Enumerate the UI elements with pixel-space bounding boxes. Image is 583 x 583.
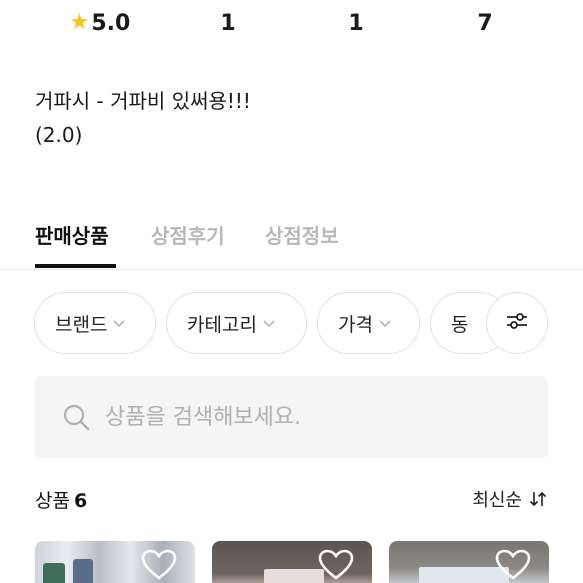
sort-button[interactable]: 최신순 — [472, 486, 548, 512]
filter-category[interactable]: 카테고리 — [166, 292, 307, 354]
product-count-value: 6 — [73, 490, 88, 512]
sort-label: 최신순 — [472, 490, 522, 511]
filter-price-label: 가격 — [338, 313, 373, 336]
chevron-down-icon — [261, 315, 277, 331]
product-list-header: 상품 6 최신순 — [35, 484, 548, 516]
tab-shop-info[interactable]: 상점정보 — [265, 220, 339, 249]
description-line-2: (2.0) — [35, 123, 83, 147]
chevron-down-icon — [377, 315, 393, 331]
product-card-2[interactable] — [212, 541, 372, 583]
product-count: 상품 6 — [35, 486, 87, 513]
product-search[interactable] — [35, 376, 548, 458]
star-icon: ★ — [69, 10, 90, 35]
shop-tabs: 판매상품 상점후기 상점정보 — [0, 212, 583, 270]
stat-2[interactable]: 1 — [336, 6, 376, 40]
shop-description: 거파시 - 거파비 있써용!!! (2.0) — [35, 84, 251, 152]
filter-settings-button[interactable] — [486, 292, 548, 354]
description-line-1: 거파시 - 거파비 있써용!!! — [35, 89, 251, 113]
filter-sliders-icon — [504, 308, 530, 338]
shop-stats: ★ 5.0 1 1 7 — [0, 0, 583, 50]
product-count-label: 상품 — [35, 490, 70, 512]
filter-price[interactable]: 가격 — [317, 292, 420, 354]
filter-category-label: 카테고리 — [187, 313, 257, 336]
product-image — [43, 563, 65, 583]
search-icon — [61, 402, 91, 432]
product-card-1[interactable] — [35, 541, 195, 583]
product-image — [264, 569, 324, 583]
rating-stat: ★ 5.0 — [60, 6, 140, 40]
filter-brand-label: 브랜드 — [55, 313, 108, 336]
product-card-3[interactable] — [389, 541, 549, 583]
filter-brand[interactable]: 브랜드 — [34, 292, 156, 354]
chevron-down-icon — [111, 315, 127, 331]
stat-3[interactable]: 7 — [465, 6, 505, 40]
product-image — [73, 559, 93, 583]
search-input[interactable] — [105, 404, 525, 430]
stat-1[interactable]: 1 — [208, 6, 248, 40]
filter-bar: 브랜드 카테고리 가격 동 — [0, 292, 583, 354]
heart-icon[interactable] — [141, 549, 177, 581]
tab-products[interactable]: 판매상품 — [35, 220, 109, 249]
tab-reviews[interactable]: 상점후기 — [151, 220, 225, 249]
rating-value: 5.0 — [91, 10, 131, 36]
sort-icon — [528, 489, 548, 509]
filter-neighborhood-label: 동 — [451, 313, 469, 336]
heart-icon[interactable] — [495, 549, 531, 581]
active-tab-indicator — [35, 264, 116, 268]
heart-icon[interactable] — [318, 549, 354, 581]
